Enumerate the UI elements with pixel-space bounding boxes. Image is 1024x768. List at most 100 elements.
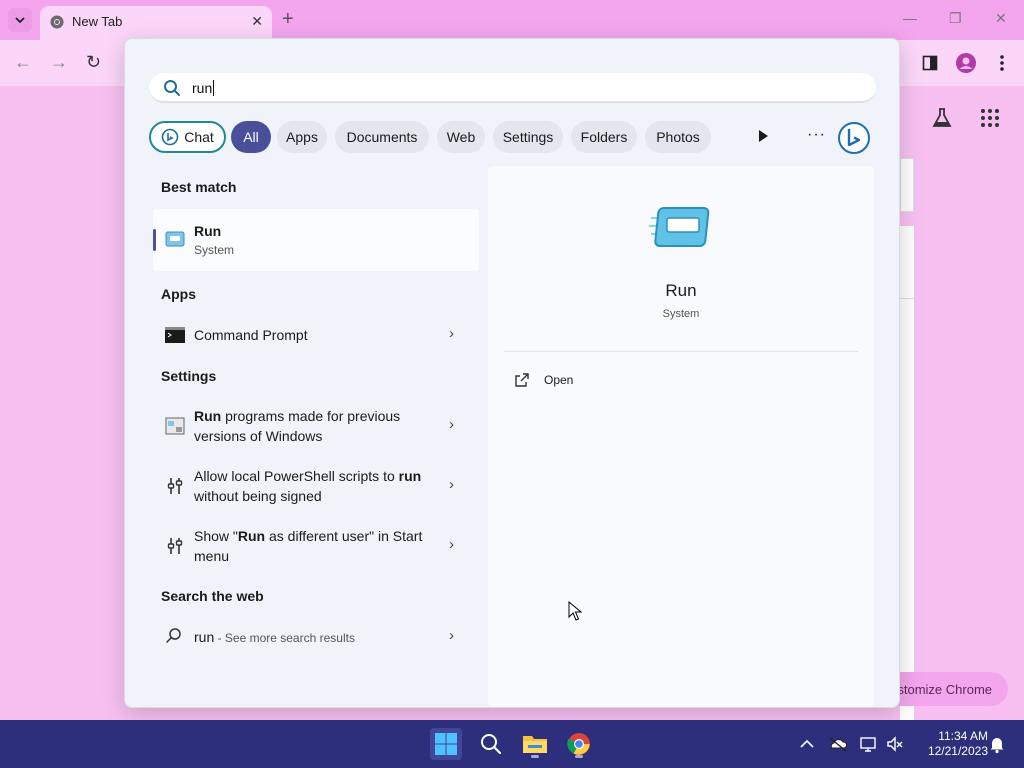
side-panel-icon[interactable] <box>919 52 941 74</box>
best-match-name: Run <box>194 223 222 239</box>
volume-muted-icon[interactable] <box>885 734 905 754</box>
search-box-edge <box>900 158 914 212</box>
filter-folders[interactable]: Folders <box>571 121 637 153</box>
result-preview-pane: Run System Open <box>488 166 874 707</box>
bing-chat-icon <box>161 128 179 146</box>
back-icon[interactable]: ← <box>14 53 32 71</box>
browser-tab-strip: New Tab ✕ + — ❐ ✕ <box>0 0 1024 40</box>
web-search-result[interactable]: run - See more search results › <box>161 626 463 648</box>
chrome-favicon-icon <box>50 15 64 29</box>
taskbar-chrome[interactable] <box>563 728 595 760</box>
forward-icon[interactable]: → <box>50 53 68 71</box>
filter-photos[interactable]: Photos <box>645 121 711 153</box>
clock-time: 11:34 AM <box>938 729 988 743</box>
run-icon <box>649 207 710 247</box>
preview-title: Run <box>665 281 697 300</box>
onedrive-offline-icon[interactable] <box>828 734 848 754</box>
filter-apps-label: Apps <box>286 129 318 145</box>
web-search-text: run - See more search results <box>194 629 355 645</box>
chrome-icon <box>567 733 590 755</box>
filter-all-label: All <box>243 129 259 145</box>
filter-photos-label: Photos <box>656 129 700 145</box>
apps-heading: Apps <box>161 286 196 302</box>
apps-grid-icon[interactable] <box>978 106 1002 130</box>
profile-avatar-icon[interactable] <box>955 52 977 74</box>
search-query-text: run <box>192 80 215 96</box>
system-clock[interactable]: 11:34 AM 12/21/2023 <box>912 729 988 759</box>
windows-start-icon <box>435 733 457 755</box>
preview-subtitle: System <box>662 308 700 320</box>
open-external-icon <box>515 373 529 387</box>
search-web-heading: Search the web <box>161 588 264 604</box>
setting-text: Allow local PowerShell scripts to run wi… <box>194 468 422 504</box>
filter-chat[interactable]: Chat <box>149 121 226 153</box>
filter-settings-label: Settings <box>502 129 554 145</box>
more-options-icon[interactable]: ··· <box>807 126 826 144</box>
reload-icon[interactable]: ↻ <box>86 53 101 71</box>
filter-web-label: Web <box>446 129 476 145</box>
app-name: Command Prompt <box>194 327 308 343</box>
tab-title: New Tab <box>72 14 123 29</box>
developer-settings-icon <box>167 538 183 554</box>
setting-run-old-programs[interactable]: Run programs made for previous versions … <box>161 406 463 446</box>
close-window-icon[interactable]: ✕ <box>995 10 1007 27</box>
chevron-right-icon: › <box>449 416 454 433</box>
notification-bell-icon[interactable] <box>987 734 1007 754</box>
ntp-panel-edge <box>900 226 914 298</box>
browser-menu-icon[interactable] <box>991 52 1013 74</box>
network-icon[interactable] <box>859 734 879 754</box>
running-indicator <box>531 755 539 758</box>
setting-powershell-scripts[interactable]: Allow local PowerShell scripts to run wi… <box>161 466 463 506</box>
tab-close-icon[interactable]: ✕ <box>251 13 263 30</box>
start-search-panel: run Chat All Apps Documents Web Settings… <box>124 38 900 708</box>
compatibility-settings-icon <box>165 417 185 435</box>
bing-icon[interactable] <box>837 121 871 155</box>
show-hidden-icons-icon[interactable] <box>797 734 817 754</box>
chevron-right-icon: › <box>449 476 454 493</box>
filter-chat-label: Chat <box>184 129 214 145</box>
running-indicator <box>575 755 583 758</box>
filter-settings[interactable]: Settings <box>493 121 563 153</box>
best-match-run[interactable]: Run System <box>153 209 479 271</box>
preview-divider <box>504 351 858 352</box>
filter-documents-label: Documents <box>346 129 418 145</box>
browser-tab[interactable]: New Tab ✕ <box>40 6 272 40</box>
search-icon <box>481 734 502 755</box>
best-match-subtitle: System <box>194 243 235 257</box>
settings-heading: Settings <box>161 368 217 384</box>
restore-icon[interactable]: ❐ <box>949 10 962 27</box>
setting-text: Run programs made for previous versions … <box>194 408 401 444</box>
developer-settings-icon <box>167 478 183 494</box>
filter-folders-label: Folders <box>580 129 628 145</box>
filter-documents[interactable]: Documents <box>335 121 429 153</box>
filter-apps[interactable]: Apps <box>277 121 327 153</box>
taskbar-search-button[interactable] <box>475 728 507 760</box>
mouse-cursor-icon <box>568 601 582 621</box>
labs-flask-icon[interactable] <box>930 106 954 130</box>
open-action-label: Open <box>544 373 574 387</box>
scroll-filters-right-icon[interactable] <box>755 128 771 144</box>
minimize-icon[interactable]: — <box>903 10 917 26</box>
setting-text: Show "Run as different user" in Start me… <box>194 528 423 564</box>
search-input[interactable]: run <box>149 73 876 103</box>
tab-search-button[interactable] <box>8 8 32 32</box>
chevron-right-icon: › <box>449 627 454 644</box>
app-command-prompt[interactable]: Command Prompt › <box>161 323 463 347</box>
filter-all[interactable]: All <box>231 121 271 153</box>
setting-run-as-different-user[interactable]: Show "Run as different user" in Start me… <box>161 526 463 566</box>
selection-indicator <box>153 229 156 251</box>
chevron-right-icon: › <box>449 536 454 553</box>
command-prompt-icon <box>165 327 185 343</box>
start-button[interactable] <box>430 728 462 760</box>
chevron-down-icon <box>15 17 25 24</box>
run-icon <box>165 231 185 247</box>
taskbar-file-explorer[interactable] <box>519 728 551 760</box>
best-match-heading: Best match <box>161 179 237 195</box>
search-icon <box>164 80 180 96</box>
chevron-right-icon: › <box>449 325 454 342</box>
clock-date: 12/21/2023 <box>927 744 988 758</box>
file-explorer-icon <box>523 736 547 753</box>
taskbar: 11:34 AM 12/21/2023 <box>0 720 1024 768</box>
new-tab-button[interactable]: + <box>282 9 294 29</box>
filter-web[interactable]: Web <box>437 121 485 153</box>
